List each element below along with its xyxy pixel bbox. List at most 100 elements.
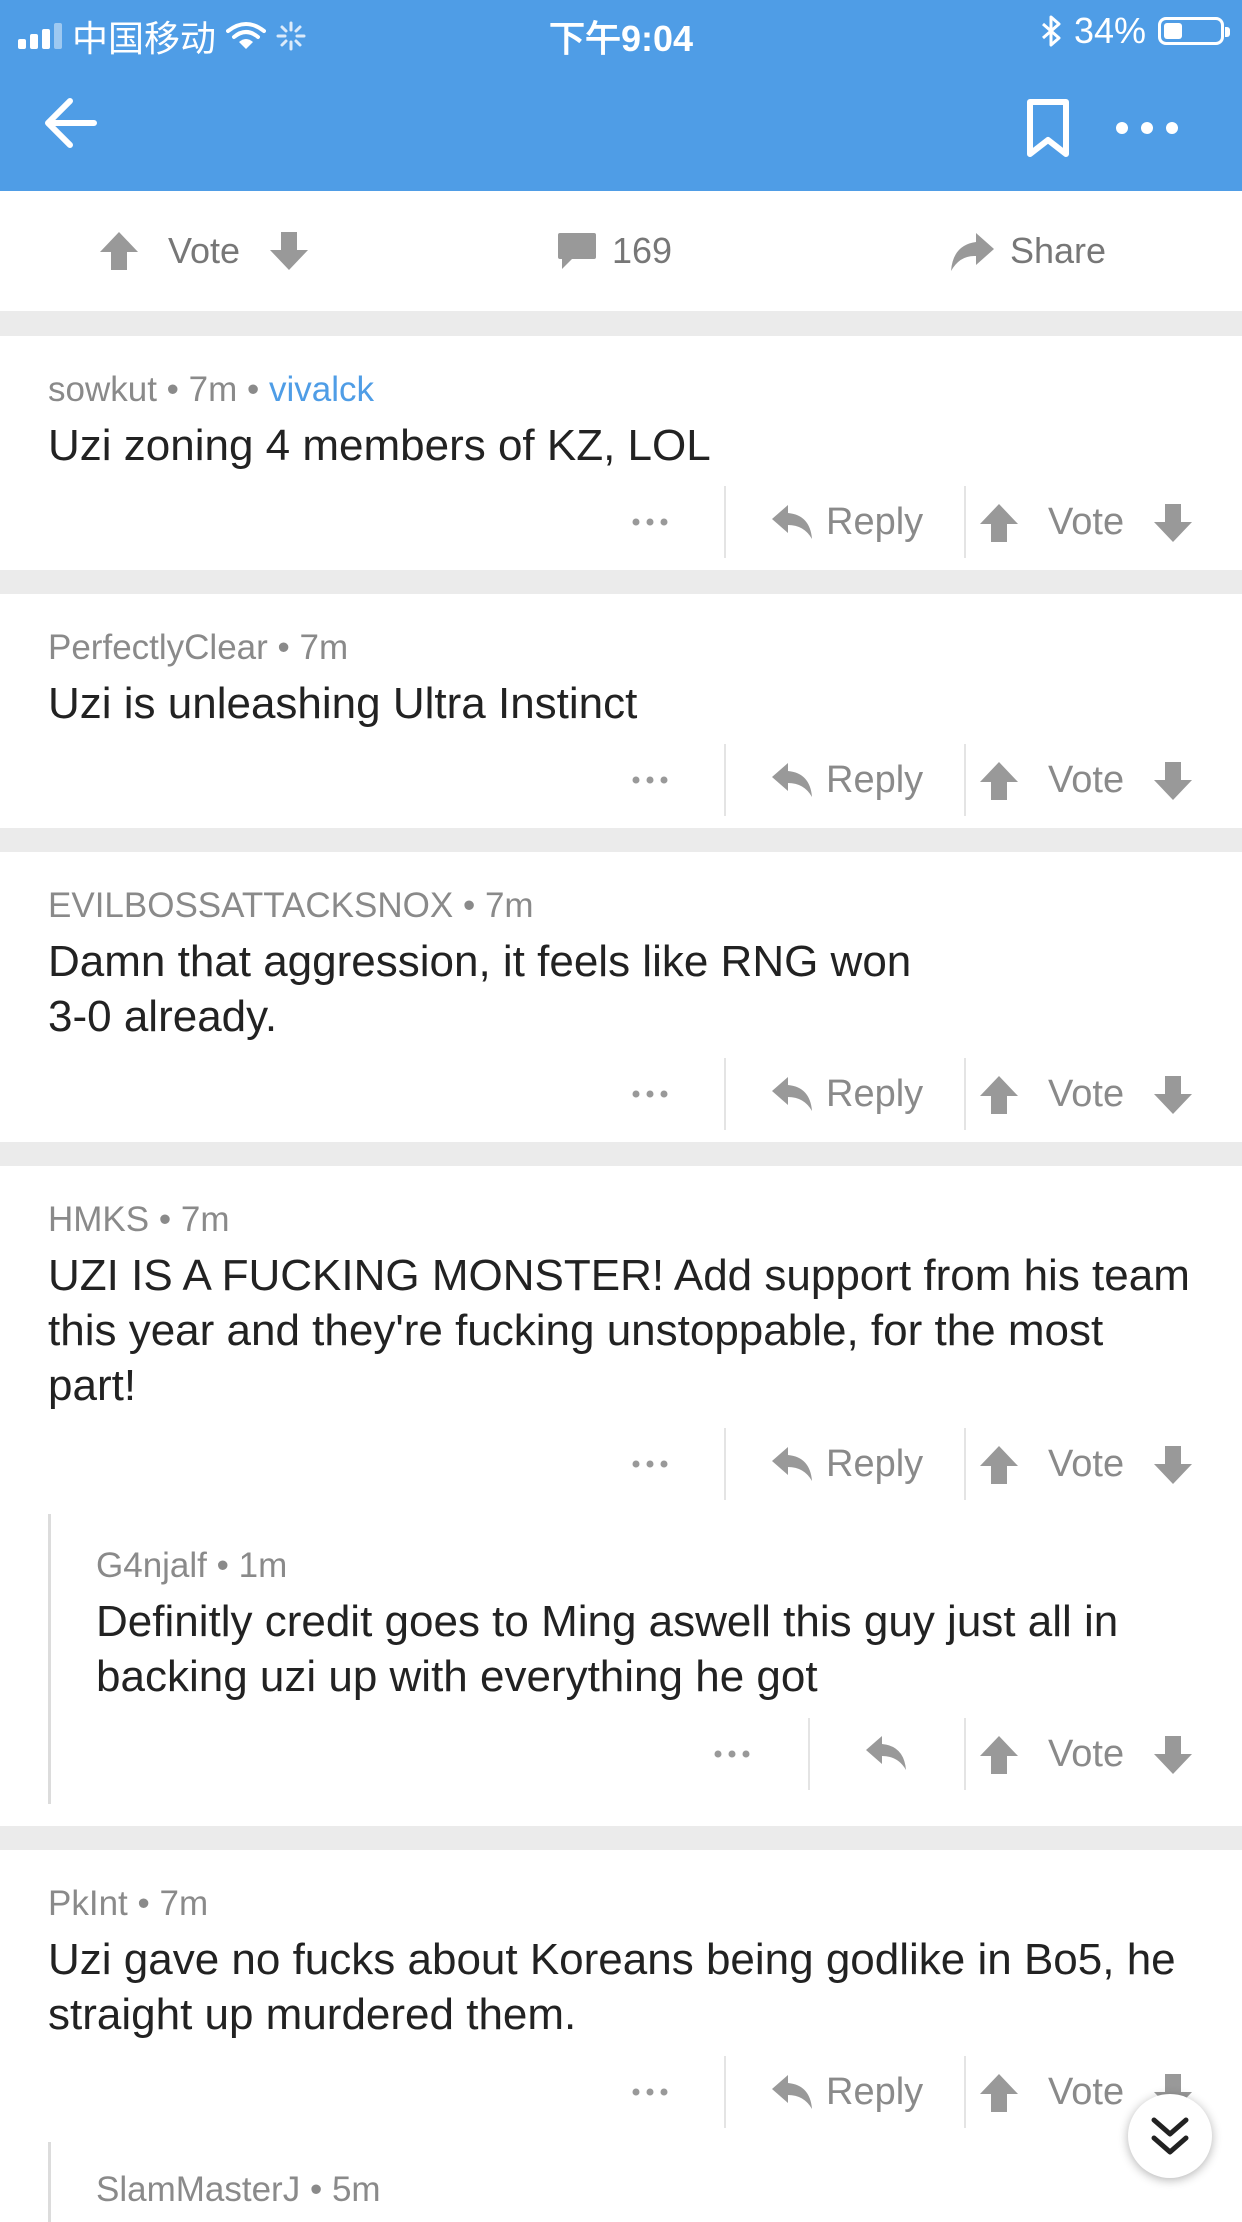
upvote-icon[interactable]	[978, 502, 1020, 544]
post-action-bar: Vote 169 Share	[0, 191, 1242, 311]
action-divider	[964, 1058, 966, 1130]
divider	[0, 1826, 1242, 1850]
meta-separator: •	[462, 886, 476, 925]
comment-age: 7m	[484, 886, 534, 925]
reply-author[interactable]: SlamMasterJ	[96, 2170, 300, 2209]
comment-body: Uzi is unleashing Ultra Instinct	[48, 679, 638, 728]
bookmark-icon[interactable]	[1020, 98, 1076, 158]
divider	[0, 570, 1242, 594]
comment-meta: PerfectlyClear • 7m	[48, 628, 348, 668]
scroll-down-button[interactable]	[1128, 2094, 1212, 2178]
comments-count-button[interactable]: 169	[556, 191, 672, 311]
action-divider	[724, 1428, 726, 1500]
reply-button[interactable]: Reply	[770, 1054, 923, 1134]
vote-label: Vote	[1048, 2071, 1125, 2113]
action-divider	[808, 1718, 810, 1790]
downvote-icon[interactable]	[1152, 1734, 1194, 1776]
reply-button[interactable]: Reply	[770, 2052, 923, 2132]
user-flair: vivalck	[269, 370, 375, 409]
comment-age: 7m	[159, 1884, 209, 1923]
comment-meta: HMKS • 7m	[48, 1200, 229, 1240]
reply-meta: SlamMasterJ • 5m	[96, 2170, 381, 2210]
action-divider	[964, 744, 966, 816]
comment-more-icon[interactable]	[610, 740, 690, 820]
comment-age: 7m	[180, 1200, 230, 1239]
comment-meta: sowkut • 7m • vivalck	[48, 370, 374, 410]
downvote-icon[interactable]	[1152, 1074, 1194, 1116]
comment-author[interactable]: PerfectlyClear	[48, 628, 268, 667]
comment: sowkut • 7m • vivalck Uzi zoning 4 membe…	[0, 336, 1242, 570]
action-divider	[724, 744, 726, 816]
reply-button[interactable]: Reply	[770, 1424, 923, 1504]
reply-icon[interactable]	[864, 1734, 908, 1772]
upvote-icon[interactable]	[978, 2072, 1020, 2114]
share-button[interactable]: Share	[948, 191, 1106, 311]
comment-age: 7m	[299, 628, 349, 667]
comment-meta: PkInt • 7m	[48, 1884, 208, 1924]
comment-body-line: Damn that aggression, it feels like RNG …	[48, 937, 912, 986]
comment-body: Uzi gave no fucks about Koreans being go…	[48, 1935, 1176, 2039]
downvote-icon[interactable]	[1152, 502, 1194, 544]
action-divider	[964, 1718, 966, 1790]
bluetooth-icon	[1041, 15, 1061, 47]
comment-actions: Reply Vote	[0, 482, 1242, 562]
reply-icon	[772, 1447, 812, 1481]
action-divider	[964, 1428, 966, 1500]
upvote-icon[interactable]	[978, 1444, 1020, 1486]
comment-more-icon[interactable]	[610, 482, 690, 562]
comment-actions: Reply Vote	[0, 2052, 1242, 2132]
comment-more-icon[interactable]	[610, 1054, 690, 1134]
reply-label: Reply	[826, 1072, 924, 1115]
app-header: 中国移动 下午9:04 34%	[0, 0, 1242, 191]
divider	[0, 1142, 1242, 1166]
comment-author[interactable]: HMKS	[48, 1200, 149, 1239]
comment-more-icon[interactable]	[610, 1424, 690, 1504]
reply-icon	[772, 763, 812, 797]
comment-body: Damn that aggression, it feels like RNG …	[48, 934, 1198, 1044]
upvote-icon[interactable]	[98, 230, 140, 272]
comment: EVILBOSSATTACKSNOX • 7m Damn that aggres…	[0, 852, 1242, 1142]
upvote-icon[interactable]	[978, 1734, 1020, 1776]
meta-separator: •	[216, 1546, 229, 1585]
battery-icon	[1158, 17, 1230, 45]
meta-separator: •	[247, 370, 260, 409]
action-divider	[964, 486, 966, 558]
action-divider	[724, 486, 726, 558]
meta-separator: •	[309, 2170, 323, 2209]
comment-author[interactable]: EVILBOSSATTACKSNOX	[48, 886, 453, 925]
reply-age: 1m	[238, 1546, 288, 1585]
reply-more-icon[interactable]	[692, 1714, 772, 1794]
upvote-icon[interactable]	[978, 1074, 1020, 1116]
comment-meta: EVILBOSSATTACKSNOX • 7m	[48, 886, 534, 926]
downvote-icon[interactable]	[1152, 1444, 1194, 1486]
comment: PkInt • 7m Uzi gave no fucks about Korea…	[0, 1850, 1242, 2222]
comment-icon	[558, 233, 596, 269]
meta-separator: •	[166, 370, 179, 409]
back-arrow-icon[interactable]	[40, 92, 102, 154]
comment-more-icon[interactable]	[610, 2052, 690, 2132]
meta-separator: •	[137, 1884, 150, 1923]
upvote-icon[interactable]	[978, 760, 1020, 802]
reply-label: Reply	[826, 758, 924, 801]
action-divider	[964, 2056, 966, 2128]
double-chevron-down-icon	[1151, 2117, 1189, 2155]
divider	[0, 311, 1242, 336]
reply-icon	[772, 2075, 812, 2109]
reply-author[interactable]: G4njalf	[96, 1546, 207, 1585]
vote-label: Vote	[1048, 1443, 1125, 1485]
reply-body: Definitly credit goes to Ming aswell thi…	[96, 1597, 1119, 1701]
comment-author[interactable]: sowkut	[48, 370, 157, 409]
vote-label: Vote	[1048, 759, 1125, 801]
comment-count: 169	[612, 230, 673, 271]
downvote-icon[interactable]	[1152, 760, 1194, 802]
comment-author[interactable]: PkInt	[48, 1884, 128, 1923]
reply-label: Reply	[826, 1442, 924, 1485]
status-right: 34%	[1040, 10, 1230, 52]
more-options-icon[interactable]	[1112, 108, 1182, 148]
reply-button[interactable]: Reply	[770, 740, 923, 820]
downvote-icon[interactable]	[268, 230, 310, 272]
comment-actions: Reply Vote	[0, 1054, 1242, 1134]
reply-button[interactable]: Reply	[770, 482, 923, 562]
meta-separator: •	[277, 628, 290, 667]
vote-label: Vote	[1048, 501, 1125, 543]
